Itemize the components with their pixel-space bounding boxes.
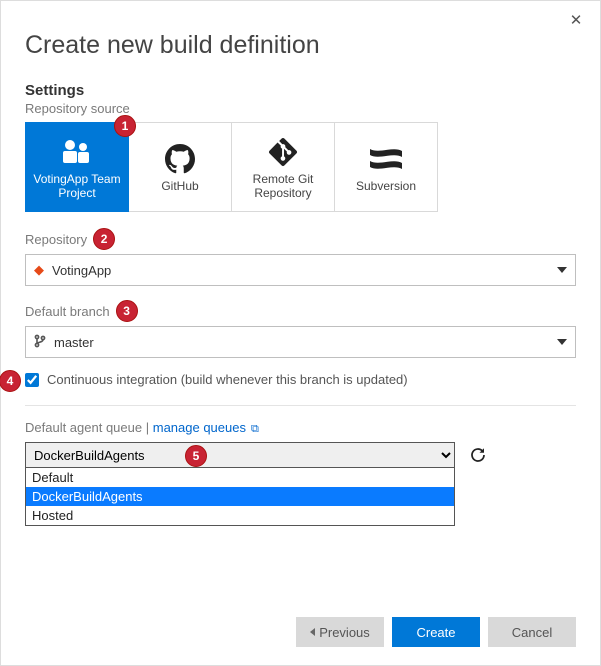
manage-queues-link[interactable]: manage queues ⧉ (153, 420, 259, 435)
callout-5: 5 (185, 445, 207, 467)
branch-icon (34, 334, 46, 351)
repo-source-label-2: Remote Git Repository (236, 173, 330, 201)
repository-label: Repository 2 (25, 228, 576, 250)
chevron-left-icon (310, 628, 315, 636)
ci-checkbox[interactable] (25, 373, 39, 387)
agent-queue-select[interactable]: DockerBuildAgents (25, 442, 455, 468)
repository-dropdown[interactable]: ◆ VotingApp (25, 254, 576, 286)
callout-4: 4 (0, 370, 21, 392)
queue-option-default[interactable]: Default (26, 468, 454, 487)
ci-label: Continuous integration (build whenever t… (47, 372, 408, 387)
git-repo-icon: ◆ (34, 262, 44, 278)
callout-1: 1 (114, 115, 136, 137)
chevron-down-icon (557, 339, 567, 345)
external-link-icon: ⧉ (248, 423, 259, 435)
branch-label: Default branch 3 (25, 300, 576, 322)
queue-label-row: Default agent queue | manage queues ⧉ (25, 420, 576, 436)
repo-source-label-0: VotingApp Team Project (30, 173, 124, 201)
refresh-icon[interactable] (467, 444, 489, 466)
callout-3: 3 (116, 300, 138, 322)
repo-source-github[interactable]: GitHub (128, 122, 232, 212)
repo-source-label-1: GitHub (161, 180, 198, 194)
previous-button[interactable]: Previous (296, 617, 384, 647)
branch-value: master (54, 335, 94, 350)
chevron-down-icon (557, 267, 567, 273)
repo-source-team-project[interactable]: 1 VotingApp Team Project (25, 122, 129, 212)
dialog-title: Create new build definition (25, 31, 576, 60)
git-icon (268, 134, 298, 170)
repository-label-text: Repository (25, 232, 87, 247)
repo-source-label: Repository source (25, 101, 576, 116)
create-button[interactable]: Create (392, 617, 480, 647)
repo-source-label-3: Subversion (356, 180, 416, 194)
repo-source-remote-git[interactable]: Remote Git Repository (231, 122, 335, 212)
queue-label: Default agent queue (25, 420, 142, 435)
queue-option-dockerbuildagents[interactable]: DockerBuildAgents (26, 487, 454, 506)
branch-dropdown[interactable]: master (25, 326, 576, 358)
repo-source-tiles: 1 VotingApp Team Project GitHub Remote G… (25, 122, 576, 212)
team-project-icon (58, 134, 96, 170)
settings-heading: Settings (25, 82, 576, 99)
agent-queue-listbox: Default DockerBuildAgents Hosted (25, 468, 455, 526)
github-icon (165, 141, 195, 177)
close-icon[interactable]: ✕ (566, 11, 586, 31)
repo-source-subversion[interactable]: Subversion (334, 122, 438, 212)
repository-value: VotingApp (52, 263, 111, 278)
divider (25, 405, 576, 406)
subversion-icon (369, 141, 403, 177)
queue-option-hosted[interactable]: Hosted (26, 506, 454, 525)
cancel-button[interactable]: Cancel (488, 617, 576, 647)
dialog-footer: Previous Create Cancel (296, 617, 576, 647)
callout-2: 2 (93, 228, 115, 250)
branch-label-text: Default branch (25, 304, 110, 319)
